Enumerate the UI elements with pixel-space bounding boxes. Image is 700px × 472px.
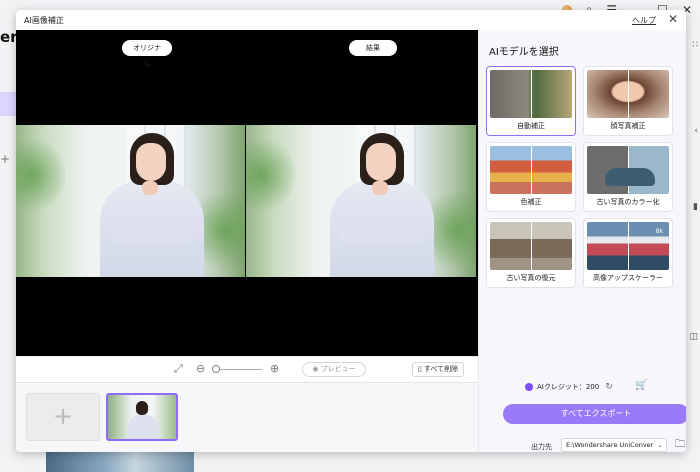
subject-hand: [142, 181, 158, 195]
model-card-auto-enhance[interactable]: 自動補正: [486, 66, 576, 136]
model-card-label: 高像アップスケーラー: [593, 274, 663, 282]
split-line: [628, 70, 629, 118]
model-card-label: 色補正: [520, 198, 542, 206]
background-edge-glyph: ∷: [692, 40, 698, 50]
model-card-color-correct[interactable]: 色補正: [486, 142, 576, 212]
split-line: [531, 222, 532, 270]
zoom-in-icon[interactable]: ⊕: [270, 363, 279, 375]
image-thumbnail-selected[interactable]: [106, 393, 178, 441]
background-thumbnail: [46, 452, 194, 472]
model-card-label: 古い写真の復元: [506, 274, 556, 282]
background-sidebar-selected: [0, 92, 16, 116]
preview-area: オリジナル 結果: [16, 30, 478, 356]
split-line: [628, 146, 629, 194]
model-preview-image: [490, 146, 572, 194]
preview-button[interactable]: ◉ プレビュー: [302, 362, 366, 377]
model-panel: AIモデルを選択 自動補正 顔写真補正 色補正 古い写真のカラー化 古い写真の復…: [478, 30, 686, 452]
background-edge-glyph: ▮: [693, 202, 698, 212]
model-preview-image: [587, 146, 669, 194]
model-preview-image: [490, 222, 572, 270]
add-image-button[interactable]: +: [26, 393, 100, 441]
fit-screen-icon[interactable]: ⤢: [174, 363, 183, 375]
dialog-title: AI画像補正: [24, 15, 64, 25]
output-path-value: E:\Wondershare UniConver: [566, 441, 654, 449]
background-app-title: er: [0, 28, 18, 46]
cart-icon[interactable]: 🛒: [635, 380, 647, 391]
subject-arm: [340, 225, 424, 243]
dialog-titlebar: AI画像補正 ヘルプ ✕: [16, 10, 686, 30]
eye-icon: ◉: [312, 365, 321, 373]
ai-credits: AIクレジット：200 ↻: [525, 382, 613, 392]
thumbnail-subject-head: [136, 401, 148, 415]
image-strip: +: [16, 382, 478, 452]
model-card-label: 顔写真補正: [610, 122, 646, 130]
model-card-upscaler[interactable]: 8k 高像アップスケーラー: [583, 218, 673, 288]
thumbnail-subject-body: [128, 415, 158, 439]
background-plus-icon: +: [0, 152, 11, 166]
split-line: [628, 222, 629, 270]
split-line: [531, 70, 532, 118]
model-card-face-enhance[interactable]: 顔写真補正: [583, 66, 673, 136]
model-preview-image: [587, 70, 669, 118]
delete-all-button[interactable]: ▯ すべて削除: [412, 362, 464, 377]
background-right-edge: ∷ ‹ ▮ ◫: [686, 30, 700, 430]
subject-face: [136, 143, 166, 181]
plant-bg: [16, 135, 66, 215]
original-image: [16, 125, 245, 277]
output-path-select[interactable]: E:\Wondershare UniConver ⌄: [561, 438, 667, 452]
delete-all-label: すべて削除: [423, 365, 459, 373]
model-panel-title: AIモデルを選択: [489, 47, 559, 58]
model-card-label: 自動補正: [517, 122, 545, 130]
close-icon[interactable]: ✕: [668, 12, 678, 26]
resolution-badge: 8k: [655, 228, 663, 235]
subject-face: [366, 143, 396, 181]
model-card-label: 古い写真のカラー化: [596, 198, 660, 206]
output-label: 出力先: [531, 443, 552, 451]
split-line: [531, 146, 532, 194]
zoom-slider-track[interactable]: [218, 369, 262, 370]
model-preview-image: 8k: [587, 222, 669, 270]
subject-arm: [110, 225, 194, 243]
help-link[interactable]: ヘルプ: [632, 15, 656, 26]
subject-hand: [372, 181, 388, 195]
preview-button-label: プレビュー: [320, 365, 356, 373]
result-image: [246, 125, 476, 277]
result-label: 結果: [349, 40, 397, 56]
plant-bg: [246, 135, 296, 215]
chevron-down-icon: ⌄: [657, 441, 663, 449]
refresh-icon[interactable]: ↻: [605, 382, 613, 392]
background-edge-glyph: ‹: [694, 126, 698, 136]
credits-label: AIクレジット：200: [537, 383, 600, 391]
model-card-colorize[interactable]: 古い写真のカラー化: [583, 142, 673, 212]
credit-coin-icon: [525, 383, 533, 391]
model-preview-image: [490, 70, 572, 118]
model-card-restore[interactable]: 古い写真の復元: [486, 218, 576, 288]
folder-icon[interactable]: 🗀: [675, 437, 685, 452]
zoom-slider-handle[interactable]: [212, 365, 220, 373]
ai-enhance-dialog: AI画像補正 ヘルプ ✕ オリジナル 結果 ⤢ ⊖ ⊕ ◉ プレビュー ▯ すべ…: [16, 10, 686, 452]
export-all-button[interactable]: すべてエクスポート: [503, 404, 686, 424]
original-label: オリジナル: [122, 40, 172, 68]
zoom-out-icon[interactable]: ⊖: [196, 363, 205, 375]
background-edge-glyph: ◫: [689, 332, 698, 342]
preview-toolbar: ⤢ ⊖ ⊕ ◉ プレビュー ▯ すべて削除: [16, 356, 478, 382]
